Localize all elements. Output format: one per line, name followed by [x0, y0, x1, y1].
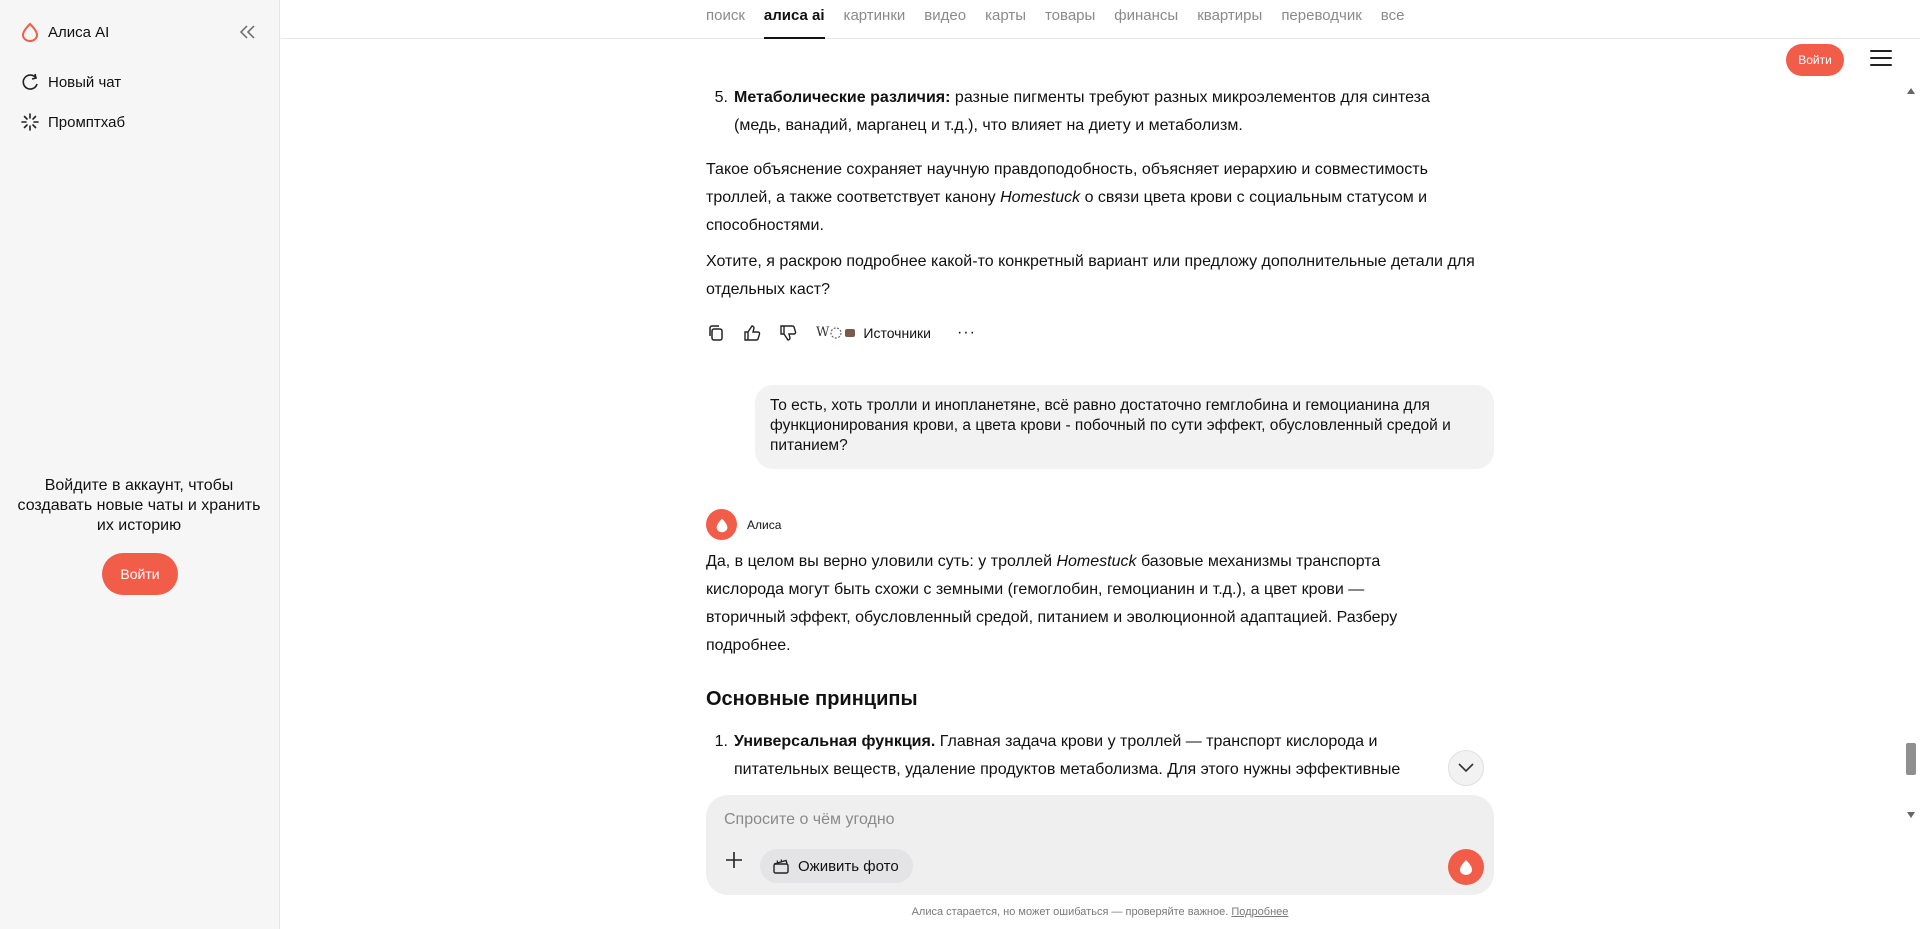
prompt-input[interactable] — [724, 808, 1424, 832]
more-icon[interactable]: ··· — [957, 319, 976, 347]
sidebar-login-button[interactable]: Войти — [102, 553, 178, 595]
assistant-header: Алиса — [706, 509, 781, 540]
tab-video[interactable]: видео — [924, 0, 966, 39]
menu-icon[interactable] — [1870, 50, 1892, 70]
scrollbar-thumb[interactable] — [1906, 743, 1916, 775]
top-nav: поиск алиса ai картинки видео карты това… — [281, 0, 1920, 39]
prompthub-icon — [21, 113, 39, 131]
tab-goods[interactable]: товары — [1045, 0, 1095, 39]
sidebar-item-prompthub[interactable]: Промптхаб — [20, 110, 125, 134]
sources-button[interactable]: Источники — [863, 319, 931, 347]
answer-list-clip: 1. Универсальная функция. Главная задача… — [706, 728, 1496, 782]
answer-paragraph: Да, в целом вы верно уловили суть: у тро… — [706, 548, 1426, 660]
answer-paragraph: Такое объяснение сохраняет научную правд… — [706, 156, 1476, 240]
sidebar-item-label: Промптхаб — [48, 113, 126, 131]
tab-images[interactable]: картинки — [844, 0, 906, 39]
alice-send-icon[interactable] — [1448, 849, 1484, 885]
tab-apartments[interactable]: квартиры — [1197, 0, 1262, 39]
list-number: 1. — [714, 733, 728, 750]
list-item-title: Метаболические различия: — [734, 89, 951, 106]
text-run: Да, в целом вы верно уловили суть: у тро… — [706, 553, 1057, 570]
new-chat-icon — [22, 73, 38, 90]
list-number: 5. — [714, 89, 728, 106]
avatar — [706, 509, 737, 540]
thumb-up-icon[interactable] — [742, 323, 762, 343]
revive-photo-button[interactable]: Оживить фото — [760, 849, 913, 883]
tab-all[interactable]: все — [1381, 0, 1405, 39]
chevron-down-icon — [1458, 763, 1474, 773]
plus-icon[interactable] — [720, 846, 748, 874]
answer-paragraph: Хотите, я раскрою подробнее какой-то кон… — [706, 253, 1475, 298]
disclaimer: Алиса старается, но может ошибаться — пр… — [706, 906, 1494, 918]
copy-icon[interactable] — [706, 323, 726, 343]
login-prompt: Войдите в аккаунт, чтобы создавать новые… — [17, 477, 261, 534]
app-title: Алиса AI — [48, 23, 110, 41]
thumb-down-icon[interactable] — [778, 323, 798, 343]
scrollbar[interactable] — [1905, 88, 1917, 818]
app-root: Алиса AI Новый чат Промптхаб Войдите в а… — [0, 0, 1920, 929]
list-item: 5. Метаболические различия: разные пигме… — [706, 84, 1474, 140]
scroll-down-arrow[interactable] — [1907, 812, 1915, 818]
revive-photo-label: Оживить фото — [798, 857, 899, 875]
tab-translator[interactable]: переводчик — [1281, 0, 1361, 39]
scroll-up-arrow[interactable] — [1907, 88, 1915, 94]
more-info-link[interactable]: Подробнее — [1231, 906, 1288, 918]
alice-logo-icon — [716, 518, 727, 532]
sidebar-item-new-chat[interactable]: Новый чат — [20, 70, 121, 94]
composer: Оживить фото — [706, 795, 1494, 895]
text-run-italic: Homestuck — [1000, 189, 1081, 206]
list-item: 1. Универсальная функция. Главная задача… — [706, 728, 1434, 782]
wikipedia-icon: W — [816, 325, 830, 340]
tab-alice-ai[interactable]: алиса ai — [763, 0, 825, 39]
clapperboard-icon — [773, 859, 789, 874]
user-message: То есть, хоть тролли и инопланетяне, всё… — [755, 385, 1494, 469]
alice-logo-icon — [21, 22, 39, 42]
sidebar-item-label: Новый чат — [48, 73, 122, 91]
tab-maps[interactable]: карты — [985, 0, 1026, 39]
answer-heading: Основные принципы — [706, 688, 918, 710]
list-item-title: Универсальная функция. — [734, 733, 936, 750]
disclaimer-text: Алиса старается, но может ошибаться — пр… — [911, 906, 1229, 918]
tab-search[interactable]: поиск — [706, 0, 745, 39]
collapse-icon[interactable] — [237, 22, 259, 42]
answer-actions: W Источники ··· — [706, 322, 976, 344]
assistant-name: Алиса — [747, 517, 782, 532]
sources-icons[interactable]: W — [816, 319, 857, 347]
sidebar-header: Алиса AI — [20, 20, 259, 44]
source-favicon-icon — [830, 327, 842, 339]
header-login-button[interactable]: Войти — [1786, 44, 1844, 76]
scroll-down-button[interactable] — [1448, 750, 1484, 786]
search-tabs: поиск алиса ai картинки видео карты това… — [706, 0, 1423, 39]
text-run-italic: Homestuck — [1056, 553, 1137, 570]
sidebar: Алиса AI Новый чат Промптхаб Войдите в а… — [0, 0, 280, 929]
source-favicon-icon — [845, 329, 856, 337]
tab-finance[interactable]: финансы — [1114, 0, 1178, 39]
